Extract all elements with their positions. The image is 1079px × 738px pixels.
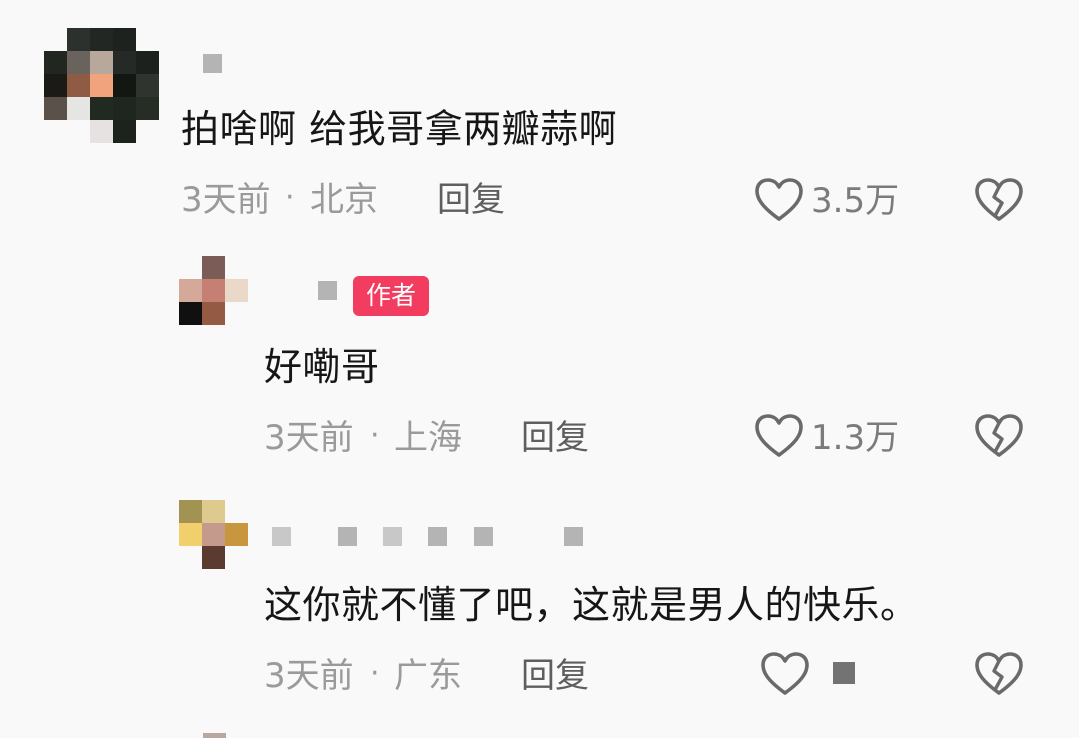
- author-badge: 作者: [353, 276, 430, 316]
- like-count: 3.5万: [811, 181, 900, 221]
- broken-heart-icon[interactable]: [975, 414, 1023, 458]
- username-redacted[interactable]: [203, 54, 222, 73]
- heart-outline-icon[interactable]: [755, 178, 803, 222]
- avatar[interactable]: [44, 28, 159, 143]
- comment-text: 好嘞哥: [264, 345, 380, 389]
- username-redacted[interactable]: [474, 527, 493, 546]
- comment-location: 上海: [394, 418, 462, 458]
- comment-time: 3天前: [264, 418, 354, 458]
- broken-heart-icon[interactable]: [975, 652, 1023, 696]
- reply-button[interactable]: 回复: [437, 183, 505, 217]
- reply-button[interactable]: 回复: [521, 659, 589, 693]
- comment-location: 广东: [394, 656, 462, 696]
- username-redacted[interactable]: [272, 527, 291, 546]
- username-redacted[interactable]: [318, 281, 337, 300]
- avatar[interactable]: [179, 500, 248, 569]
- heart-outline-icon[interactable]: [761, 652, 809, 696]
- username-redacted[interactable]: [338, 527, 357, 546]
- avatar-partial[interactable]: [203, 733, 226, 738]
- comment-time: 3天前: [181, 180, 271, 220]
- meta-separator: ·: [285, 180, 295, 215]
- meta-separator: ·: [370, 418, 380, 453]
- username-redacted[interactable]: [564, 527, 583, 546]
- meta-separator: ·: [370, 656, 380, 691]
- like-count-redacted: [833, 662, 855, 684]
- comment-location: 北京: [310, 180, 378, 220]
- heart-outline-icon[interactable]: [755, 414, 803, 458]
- comment-text: 这你就不懂了吧，这就是男人的快乐。: [264, 583, 919, 627]
- username-redacted[interactable]: [383, 527, 402, 546]
- username-redacted[interactable]: [428, 527, 447, 546]
- avatar[interactable]: [179, 256, 248, 325]
- like-count: 1.3万: [811, 418, 900, 458]
- comment-text: 拍啥啊 给我哥拿两瓣蒜啊: [181, 107, 618, 151]
- reply-button[interactable]: 回复: [521, 421, 589, 455]
- broken-heart-icon[interactable]: [975, 178, 1023, 222]
- comment-time: 3天前: [264, 656, 354, 696]
